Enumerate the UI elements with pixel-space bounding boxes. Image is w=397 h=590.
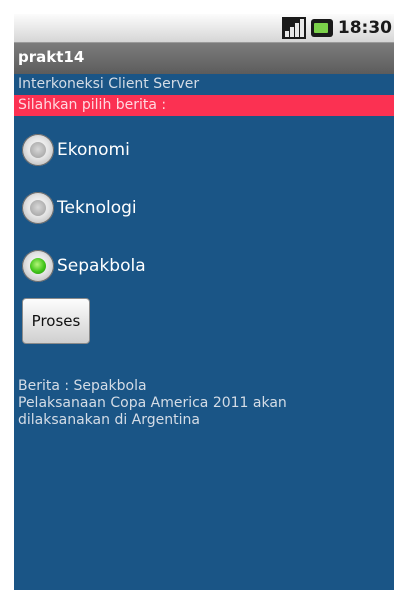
status-clock: 18:30 [337, 18, 392, 38]
signal-icon [281, 17, 306, 39]
radio-option-ekonomi[interactable]: Ekonomi [22, 132, 130, 168]
prompt-label: Silahkan pilih berita : [18, 97, 167, 113]
result-line: Pelaksanaan Copa America 2011 akan [18, 395, 287, 411]
page-heading: Interkoneksi Client Server [18, 76, 200, 92]
radio-option-teknologi[interactable]: Teknologi [22, 190, 137, 226]
device-frame: 18:30 prakt14 Interkoneksi Client Server… [0, 0, 397, 590]
result-text: Berita : Sepakbola Pelaksanaan Copa Amer… [18, 378, 287, 429]
result-line: Berita : Sepakbola [18, 378, 147, 394]
app-screen: 18:30 prakt14 Interkoneksi Client Server… [14, 14, 394, 590]
prompt-bar: Silahkan pilih berita : [14, 95, 394, 116]
radio-button-icon[interactable] [22, 192, 54, 224]
radio-label: Teknologi [57, 198, 137, 218]
app-title-bar: prakt14 [14, 43, 394, 74]
status-icons: 18:30 [281, 14, 394, 42]
radio-button-icon[interactable] [22, 134, 54, 166]
radio-label: Ekonomi [57, 140, 130, 160]
result-line: dilaksanakan di Argentina [18, 412, 200, 428]
radio-label: Sepakbola [57, 256, 146, 276]
status-bar: 18:30 [14, 14, 394, 43]
battery-icon [310, 19, 333, 37]
proses-button[interactable]: Proses [22, 298, 90, 344]
radio-button-checked-icon[interactable] [22, 250, 54, 282]
app-title: prakt14 [18, 48, 85, 66]
radio-option-sepakbola[interactable]: Sepakbola [22, 248, 146, 284]
